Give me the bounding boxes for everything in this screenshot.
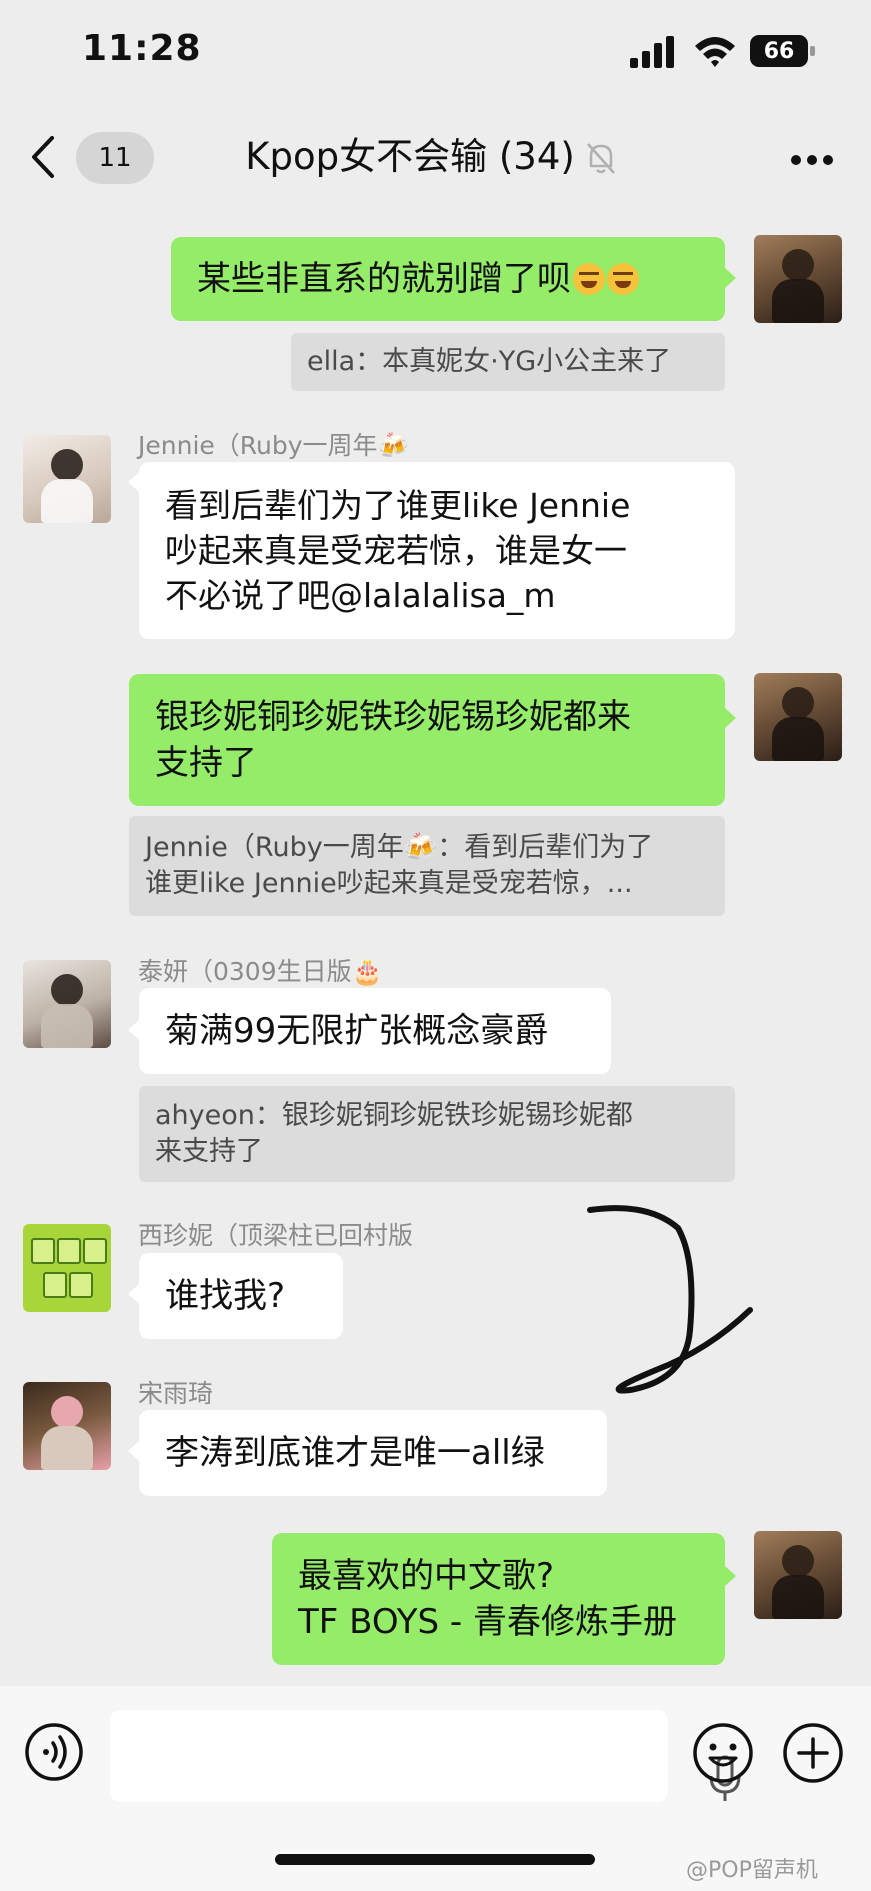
mute-bell-icon — [587, 143, 615, 174]
message-text: 菊满99无限扩张概念豪爵 — [165, 1010, 549, 1051]
chat-title[interactable]: Kpop女不会输 (34) — [200, 134, 620, 180]
bubble-tail — [128, 472, 139, 492]
sender-name: 宋雨琦 — [138, 1379, 214, 1408]
watermark: @POP留声机 — [686, 1858, 818, 1883]
message-line: 不必说了吧@lalalalisa_m — [165, 576, 556, 615]
input-toolbar: @POP留声机 — [0, 1686, 871, 1891]
laughing-emoji-icon — [607, 263, 639, 295]
quote-text: ella：本真妮女·YG小公主来了 — [307, 346, 672, 377]
voice-icon[interactable] — [24, 1722, 84, 1782]
message-line: 支持了 — [155, 743, 257, 783]
outgoing-message[interactable]: 最喜欢的中文歌? TF BOYS - 青春修炼手册 — [272, 1533, 725, 1665]
plus-icon[interactable] — [782, 1722, 844, 1784]
bubble-tail — [725, 1566, 736, 1586]
quote-line: 来支持了 — [155, 1136, 263, 1167]
bubble-tail — [128, 1284, 139, 1304]
unread-count-badge[interactable]: 11 — [76, 132, 154, 184]
wifi-icon — [695, 37, 735, 67]
incoming-message[interactable]: 谁找我? — [139, 1253, 343, 1339]
incoming-message[interactable]: 看到后辈们为了谁更like Jennie 吵起来真是受宠若惊，谁是女一 不必说了… — [139, 462, 735, 639]
bubble-tail — [725, 708, 736, 728]
back-chevron-icon[interactable] — [24, 132, 64, 182]
battery-tip — [810, 46, 815, 56]
message-line: 看到后辈们为了谁更like Jennie — [165, 486, 631, 525]
quoted-reply[interactable]: Jennie（Ruby一周年🍻：看到后辈们为了 谁更like Jennie吵起来… — [129, 816, 725, 916]
message-text: 谁找我? — [165, 1275, 286, 1316]
bubble-tail — [128, 1020, 139, 1040]
message-input[interactable] — [110, 1710, 741, 1802]
quoted-reply[interactable]: ahyeon：银珍妮铜珍妮铁珍妮锡珍妮都 来支持了 — [139, 1086, 735, 1182]
message-text: 某些非直系的就别蹭了呗 — [197, 258, 571, 299]
status-time: 11:28 — [82, 28, 202, 69]
message-text: 李涛到底谁才是唯一all绿 — [165, 1432, 545, 1473]
quote-line: 谁更like Jennie吵起来真是受宠若惊，... — [145, 868, 633, 899]
my-avatar[interactable] — [754, 673, 842, 761]
quoted-reply[interactable]: ella：本真妮女·YG小公主来了 — [291, 333, 725, 391]
sender-name: 西珍妮（顶梁柱已回村版 — [138, 1221, 414, 1250]
bubble-tail — [128, 1441, 139, 1461]
message-line: TF BOYS - 青春修炼手册 — [298, 1602, 677, 1642]
my-avatar[interactable] — [754, 1531, 842, 1619]
sender-name: Jennie（Ruby一周年🍻 — [138, 431, 409, 460]
battery-indicator: 66 — [750, 35, 808, 67]
quote-line: Jennie（Ruby一周年🍻：看到后辈们为了 — [145, 832, 654, 863]
avatar-jennie[interactable] — [23, 435, 111, 523]
cellular-signal-icon — [630, 36, 674, 68]
sender-name: 泰妍（0309生日版🎂 — [138, 957, 383, 986]
avatar-green-tiles[interactable] — [23, 1224, 111, 1312]
message-line: 银珍妮铜珍妮铁珍妮锡珍妮都来 — [155, 697, 631, 737]
my-avatar[interactable] — [754, 235, 842, 323]
incoming-message[interactable]: 李涛到底谁才是唯一all绿 — [139, 1410, 607, 1496]
chat-header: 11 Kpop女不会输 (34) — [0, 110, 871, 205]
message-line: 最喜欢的中文歌? — [298, 1556, 555, 1596]
message-line: 吵起来真是受宠若惊，谁是女一 — [165, 531, 627, 570]
avatar-songyuqi[interactable] — [23, 1382, 111, 1470]
hand-drawn-squiggle — [587, 1205, 753, 1394]
quote-line: ahyeon：银珍妮铜珍妮铁珍妮锡珍妮都 — [155, 1100, 633, 1131]
bubble-tail — [725, 268, 736, 288]
emoji-icon[interactable] — [692, 1722, 754, 1784]
outgoing-message[interactable]: 银珍妮铜珍妮铁珍妮锡珍妮都来 支持了 — [129, 674, 725, 806]
status-bar: 11:28 66 — [0, 0, 871, 100]
more-dots-icon[interactable] — [790, 154, 834, 166]
incoming-message[interactable]: 菊满99无限扩张概念豪爵 — [139, 988, 611, 1074]
avatar-taeyeon[interactable] — [23, 960, 111, 1048]
outgoing-message[interactable]: 某些非直系的就别蹭了呗 — [171, 237, 725, 321]
home-indicator[interactable] — [275, 1854, 595, 1865]
laughing-emoji-icon — [573, 263, 605, 295]
